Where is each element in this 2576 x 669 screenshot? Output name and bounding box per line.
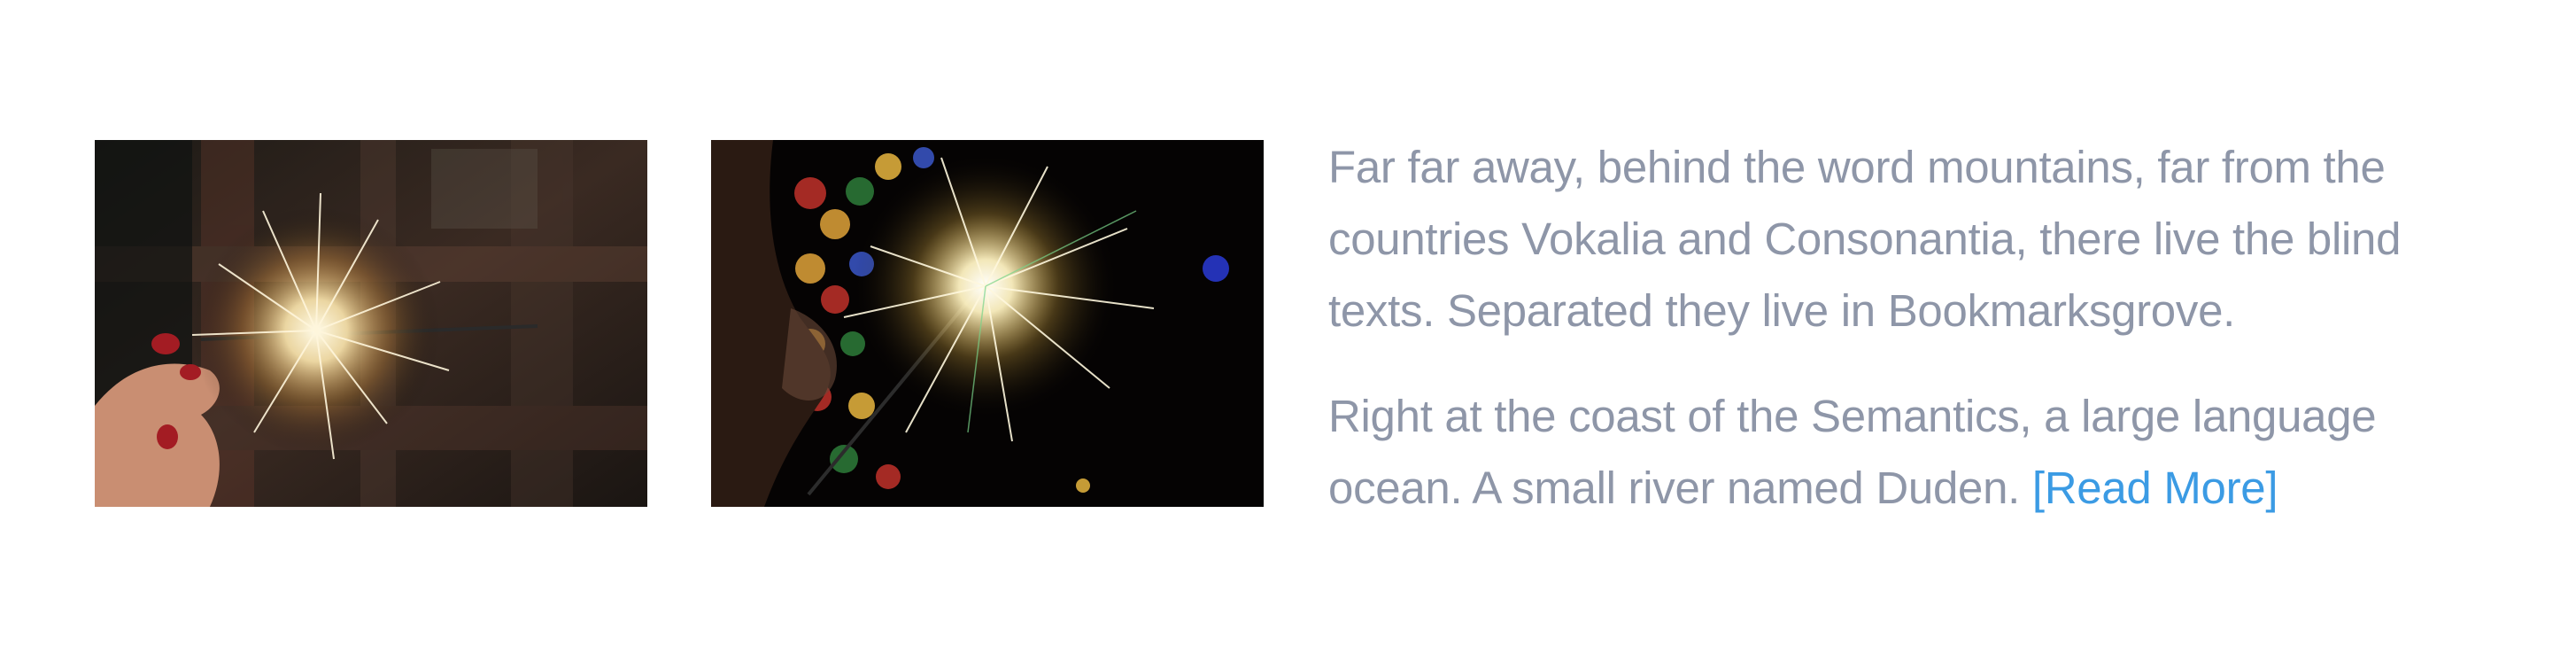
excerpt-paragraph-1: Far far away, behind the word mountains,… — [1328, 131, 2497, 346]
sparkler-bokeh-image — [711, 140, 1264, 507]
sparkler-hand-image — [95, 140, 647, 507]
read-more-link[interactable]: [Read More] — [2032, 463, 2278, 513]
article-excerpt: Far far away, behind the word mountains,… — [1328, 131, 2497, 557]
excerpt-paragraph-2: Right at the coast of the Semantics, a l… — [1328, 380, 2497, 524]
excerpt-paragraph-1-text: Far far away, behind the word mountains,… — [1328, 142, 2402, 336]
